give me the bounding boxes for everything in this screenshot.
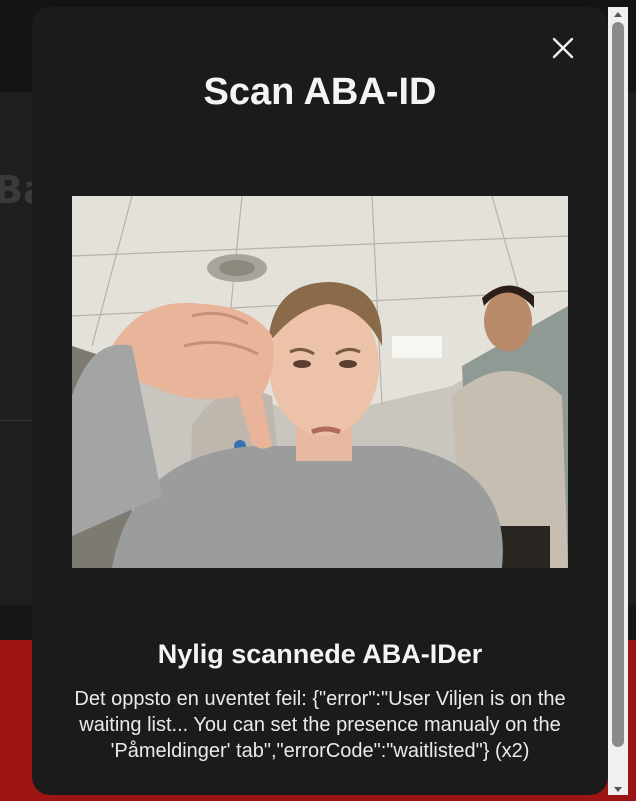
scan-modal: Scan ABA-ID Nylig scannede ABA-IDer Det … [32, 7, 608, 795]
triangle-down-icon [614, 787, 622, 792]
error-message: Det oppsto en uventet feil: {"error":"Us… [74, 688, 566, 762]
scrollbar-thumb[interactable] [612, 22, 624, 747]
recent-scans-heading: Nylig scannede ABA-IDer [157, 639, 483, 669]
close-button[interactable] [550, 35, 576, 61]
scroll-up-arrow[interactable] [608, 7, 628, 21]
camera-feed-image [72, 196, 568, 568]
modal-title: Scan ABA-ID [203, 71, 437, 113]
scrollbar[interactable] [608, 7, 628, 795]
close-icon [552, 37, 574, 59]
triangle-up-icon [614, 12, 622, 17]
camera-feed [72, 196, 568, 568]
scroll-down-arrow[interactable] [608, 781, 628, 795]
